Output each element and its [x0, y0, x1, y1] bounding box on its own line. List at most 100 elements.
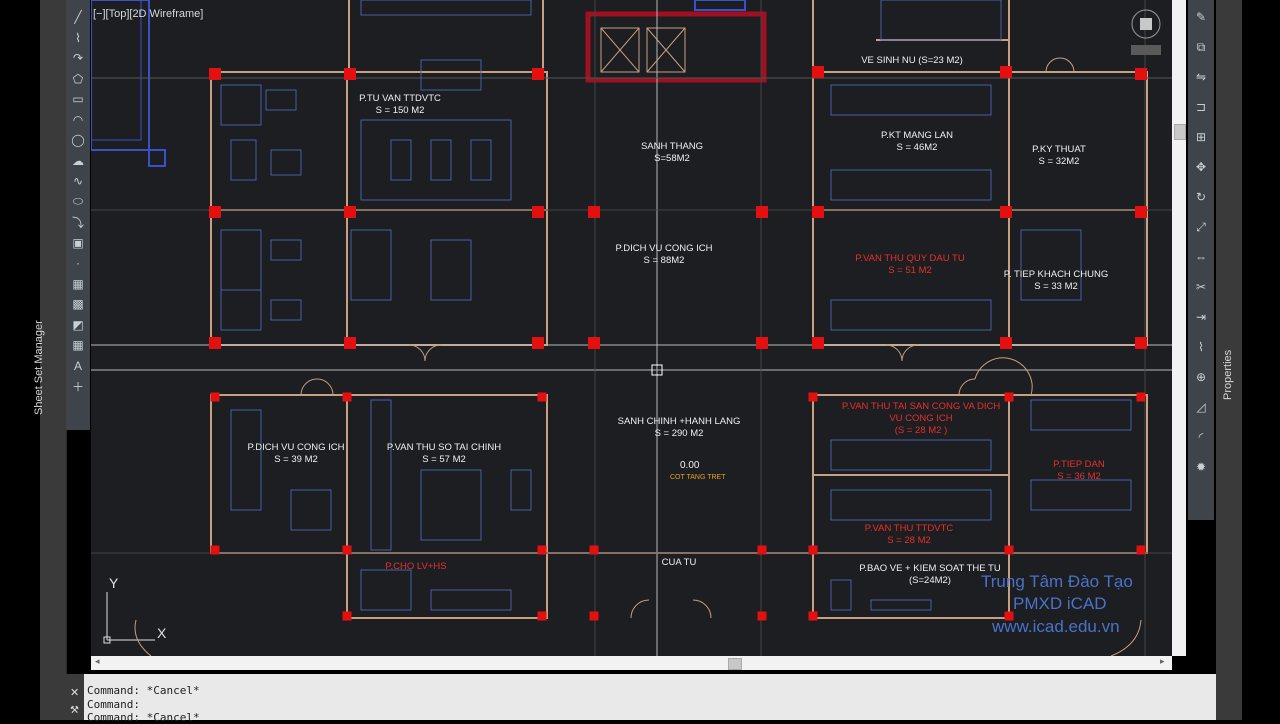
horizontal-scrollbar[interactable]	[91, 656, 1172, 670]
rotate-icon[interactable]: ↻	[1192, 188, 1210, 206]
arc2-icon[interactable]: ◠	[69, 111, 87, 129]
offset-icon[interactable]: ⊐	[1192, 98, 1210, 116]
room-label: P.VAN THU TAI SAN CONG VA DICH VU CONG I…	[841, 401, 1001, 437]
room-area: S = 150 M2	[375, 105, 425, 116]
hatch-icon[interactable]: ▦	[69, 275, 87, 293]
trim-icon[interactable]: ✂	[1192, 278, 1210, 296]
room-name: P.CHO LV+HS	[385, 561, 447, 572]
ellipse-icon[interactable]: ⬭	[69, 193, 87, 211]
room-area: S = 88M2	[643, 255, 685, 266]
room-name: VE SINH NU (S=23 M2)	[861, 55, 963, 66]
room-name: P.BAO VE + KIEM SOAT THE TU	[859, 563, 1001, 574]
furniture-outline	[220, 229, 262, 291]
horizontal-scroll-thumb[interactable]	[728, 658, 742, 670]
stretch-icon[interactable]: ⇔	[1192, 248, 1210, 266]
mirror-icon[interactable]: ⇋	[1192, 68, 1210, 86]
furniture-outline	[430, 139, 452, 181]
command-history-line: Command: *Cancel*	[87, 711, 200, 724]
explode-icon[interactable]: ✹	[1192, 458, 1210, 476]
furniture-outline	[420, 59, 482, 91]
room-name: SANH CHINH +HANH LANG	[617, 416, 741, 427]
furniture-outline	[830, 84, 992, 116]
block-icon[interactable]: ▣	[69, 234, 87, 252]
scroll-right-icon[interactable]: ▸	[1160, 656, 1165, 667]
room-name: P.TU VAN TTDVTC	[359, 93, 441, 104]
level-label: COT TANG TRET	[670, 474, 726, 481]
join-icon[interactable]: ⊕	[1192, 368, 1210, 386]
viewport-controls[interactable]: [−][Top][2D Wireframe]	[93, 8, 203, 20]
column-marker	[209, 68, 221, 80]
column-marker	[757, 611, 767, 621]
room-name: P.VAN THU TTDVTC	[864, 523, 954, 534]
insert-icon[interactable]: ⤵	[69, 213, 87, 231]
modify-toolbar: ✎ ⧉ ⇋ ⊐ ⊞ ✥ ↻ ⤢ ⇔ ✂ ⇥ ⌇ ⊕ ◿ ◜ ✹	[1188, 0, 1214, 520]
drawing-canvas[interactable]: Y X [−][Top][2D Wireframe] P.TU VAN TTDV…	[91, 0, 1172, 656]
erase-icon[interactable]: ✎	[1192, 8, 1210, 26]
column-marker	[1136, 392, 1146, 402]
right-margin	[1242, 0, 1280, 720]
level-value: 0.00	[680, 460, 700, 471]
rectangle-icon[interactable]: ▭	[69, 90, 87, 108]
cloud-icon[interactable]: ☁	[69, 152, 87, 170]
region-icon[interactable]: ◩	[69, 316, 87, 334]
furniture-outline	[220, 289, 262, 331]
close-icon[interactable]: ✕	[70, 686, 84, 699]
fillet-icon[interactable]: ◜	[1192, 428, 1210, 446]
room-area: S = 32M2	[1038, 156, 1080, 167]
column-marker	[210, 392, 220, 402]
vertical-scrollbar[interactable]	[1172, 0, 1186, 656]
table-icon[interactable]: ▦	[69, 336, 87, 354]
column-marker	[532, 337, 544, 349]
command-window[interactable]	[66, 674, 1216, 720]
point-icon[interactable]: ·	[69, 254, 87, 272]
move-icon[interactable]: ✥	[1192, 158, 1210, 176]
column-marker	[210, 545, 220, 555]
chamfer-icon[interactable]: ◿	[1192, 398, 1210, 416]
room-name: SANH THANG	[640, 141, 704, 152]
room-label: P.DICH VU CONG ICH S = 88M2	[616, 243, 713, 267]
room-label: P.TIEP DAN S = 36 M2	[1053, 459, 1104, 483]
watermark-line2: PMXD iCAD	[1013, 594, 1107, 613]
column-marker	[1136, 545, 1146, 555]
add-icon[interactable]: ＋	[69, 377, 87, 395]
arc-icon[interactable]: ↷	[69, 49, 87, 67]
sheet-set-manager-label[interactable]: Sheet Set Manager	[33, 320, 45, 415]
furniture-outline	[510, 469, 532, 511]
extend-icon[interactable]: ⇥	[1192, 308, 1210, 326]
room-label: P.KT MANG LAN S = 46M2	[881, 130, 953, 154]
column-marker	[756, 206, 768, 218]
floor-plan-drawing: Y X	[91, 0, 1172, 656]
scale-icon[interactable]: ⤢	[1192, 218, 1210, 236]
furniture-outline	[420, 469, 482, 541]
vertical-scroll-thumb[interactable]	[1174, 124, 1186, 140]
line-icon[interactable]: ╱	[69, 8, 87, 26]
column-marker	[1135, 68, 1147, 80]
spline-icon[interactable]: ∿	[69, 172, 87, 190]
column-marker	[1000, 206, 1012, 218]
room-area: (S = 28 M2 )	[894, 425, 948, 436]
room-name: P.KT MANG LAN	[881, 130, 953, 141]
furniture-outline	[230, 139, 257, 181]
polyline-icon[interactable]: ⌇	[69, 29, 87, 47]
properties-label[interactable]: Properties	[1222, 350, 1234, 400]
gradient-icon[interactable]: ▩	[69, 295, 87, 313]
polygon-icon[interactable]: ⬠	[69, 70, 87, 88]
command-history-line: Command: *Cancel*	[87, 684, 200, 697]
scroll-left-icon[interactable]: ◂	[95, 656, 100, 667]
circle-icon[interactable]: ◯	[69, 131, 87, 149]
furniture-outline	[430, 589, 512, 611]
room-area: S = 39 M2	[274, 454, 318, 465]
break-icon[interactable]: ⌇	[1192, 338, 1210, 356]
viewcube-icon[interactable]	[1131, 9, 1161, 55]
text-icon[interactable]: A	[69, 357, 87, 375]
room-label: P.BAO VE + KIEM SOAT THE TU (S=24M2)	[859, 563, 1000, 587]
furniture-outline	[360, 569, 412, 611]
column-marker	[342, 611, 352, 621]
wrench-icon[interactable]: ⚒	[70, 705, 84, 716]
column-marker	[344, 337, 356, 349]
array-icon[interactable]: ⊞	[1192, 128, 1210, 146]
furniture-outline	[1030, 399, 1132, 431]
furniture-outline	[830, 489, 992, 521]
furniture-outline	[470, 139, 492, 181]
copy-icon[interactable]: ⧉	[1192, 38, 1210, 56]
